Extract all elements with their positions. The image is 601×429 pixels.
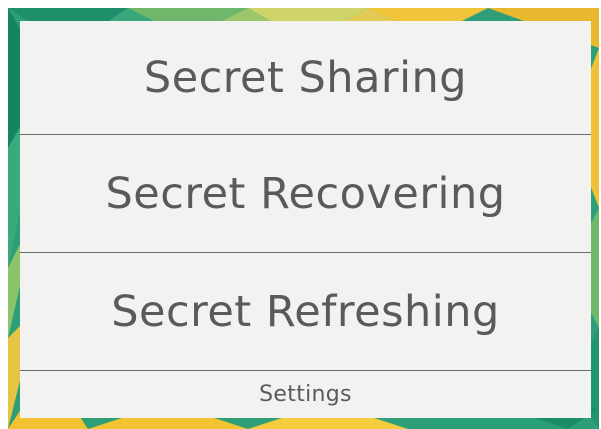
secret-recovering-button[interactable]: Secret Recovering [20,135,591,253]
secret-refreshing-button[interactable]: Secret Refreshing [20,253,591,371]
settings-button[interactable]: Settings [20,371,591,418]
secret-sharing-button[interactable]: Secret Sharing [20,21,591,135]
main-menu-panel: Secret Sharing Secret Recovering Secret … [20,21,591,418]
